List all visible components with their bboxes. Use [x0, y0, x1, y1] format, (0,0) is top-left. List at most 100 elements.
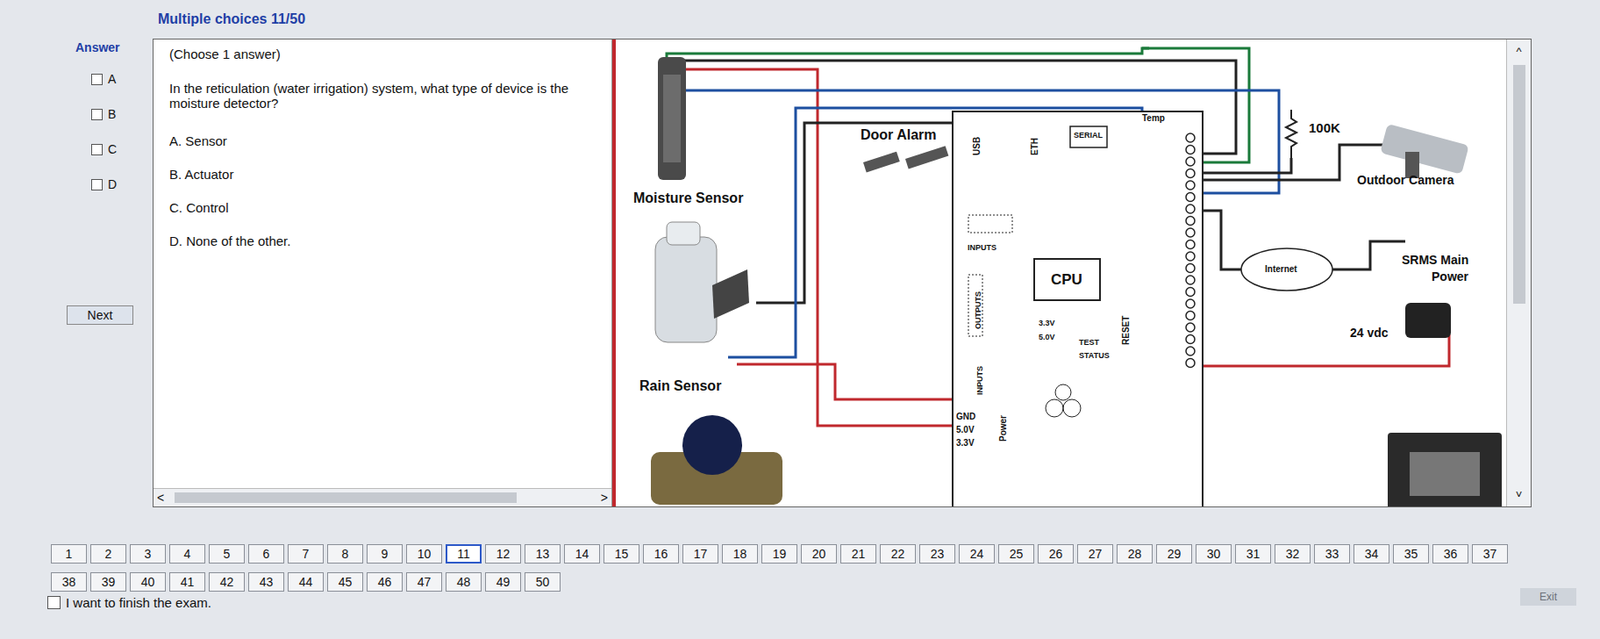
- question-area: (Choose 1 answer)In the reticulation (wa…: [153, 39, 612, 488]
- scroll-right-button[interactable]: >: [600, 490, 608, 505]
- diagram-label: ETH: [1029, 137, 1040, 156]
- page-button[interactable]: 29: [1156, 543, 1193, 564]
- diagram-label: Rain Sensor: [639, 378, 722, 394]
- page-button[interactable]: 12: [485, 543, 522, 564]
- page-button[interactable]: 15: [603, 543, 640, 564]
- page-button[interactable]: 31: [1235, 543, 1272, 564]
- page-button[interactable]: 36: [1432, 543, 1469, 564]
- page-button[interactable]: 44: [287, 571, 324, 592]
- page-button[interactable]: 5: [208, 543, 245, 564]
- page-button[interactable]: 25: [998, 543, 1035, 564]
- vertical-scrollbar[interactable]: ^˅: [1506, 39, 1531, 507]
- answer-option[interactable]: B: [91, 96, 116, 132]
- page-row: 38394041424344454647484950: [50, 571, 1600, 592]
- page-button[interactable]: 49: [485, 571, 522, 592]
- page-button[interactable]: 28: [1116, 543, 1153, 564]
- page-button[interactable]: 38: [50, 571, 87, 592]
- page-button[interactable]: 41: [169, 571, 206, 592]
- diagram-label: 5.0V: [956, 424, 975, 435]
- page-button[interactable]: 17: [682, 543, 719, 564]
- diagram-label: 100K: [1308, 120, 1341, 136]
- exit-button[interactable]: Exit: [1520, 587, 1577, 606]
- diagram-label: Internet: [1264, 264, 1298, 274]
- answer-option[interactable]: D: [91, 166, 117, 202]
- choice: D. None of the other.: [169, 233, 596, 267]
- page-button[interactable]: 18: [721, 543, 758, 564]
- page-button[interactable]: 45: [327, 571, 364, 592]
- diagram-label: SERIAL: [1073, 130, 1103, 140]
- page-button[interactable]: 27: [1077, 543, 1114, 564]
- page-button[interactable]: 22: [879, 543, 916, 564]
- page-button[interactable]: 46: [366, 571, 403, 592]
- page-button[interactable]: 9: [366, 543, 403, 564]
- diagram-label: Moisture Sensor: [633, 190, 743, 207]
- footer: I want to finish the exam.Exit: [0, 591, 1600, 610]
- page-button[interactable]: 43: [248, 571, 285, 592]
- page-button[interactable]: 26: [1037, 543, 1074, 564]
- page-button[interactable]: 39: [90, 571, 127, 592]
- finish-checkbox[interactable]: [47, 595, 61, 609]
- pagination: 1234567891011121314151617181920212223242…: [0, 507, 1600, 592]
- answer-checkbox[interactable]: [91, 108, 103, 121]
- page-button[interactable]: 7: [287, 543, 324, 564]
- page-button[interactable]: 33: [1314, 543, 1350, 564]
- page-button[interactable]: 34: [1353, 543, 1390, 564]
- page-button[interactable]: 30: [1195, 543, 1232, 564]
- page-button[interactable]: 40: [129, 571, 166, 592]
- page-button[interactable]: 6: [248, 543, 285, 564]
- page-button[interactable]: 32: [1274, 543, 1311, 564]
- wiring-diagram: Door Alarm Moisture Sensor Rain Sensor 100K…: [612, 39, 1507, 507]
- exam-title: Multiple choices 11/50: [157, 11, 306, 28]
- page-button[interactable]: 37: [1471, 543, 1508, 564]
- header: Multiple choices 11/50: [0, 0, 1600, 39]
- page-button[interactable]: 4: [169, 543, 206, 564]
- page-button[interactable]: 16: [642, 543, 679, 564]
- answer-label: Answer: [75, 40, 121, 62]
- page-button[interactable]: 8: [327, 543, 364, 564]
- choice: A. Sensor: [169, 133, 596, 167]
- page-button[interactable]: 20: [800, 543, 837, 564]
- diagram-label: GND: [956, 411, 976, 422]
- page-button[interactable]: 35: [1392, 543, 1429, 564]
- diagram-label: 24 vdc: [1350, 325, 1389, 340]
- page-button[interactable]: 3: [129, 543, 166, 564]
- scroll-thumb[interactable]: [174, 492, 517, 503]
- next-button[interactable]: Next: [66, 305, 134, 325]
- page-button[interactable]: 1: [50, 543, 87, 564]
- page-button[interactable]: 13: [524, 543, 561, 564]
- answer-letter: C: [107, 142, 117, 157]
- horizontal-scrollbar[interactable]: <>: [153, 487, 612, 507]
- main-area: AnswerABCD Next (Choose 1 answer)In the re…: [0, 38, 1600, 508]
- finish-option[interactable]: I want to finish the exam.: [47, 594, 212, 610]
- answer-checkbox[interactable]: [91, 143, 103, 156]
- scroll-up-button[interactable]: ^: [1515, 44, 1522, 58]
- diagram-label: Door Alarm: [860, 127, 937, 143]
- page-button[interactable]: 21: [840, 543, 877, 564]
- diagram-label: Outdoor Camera: [1357, 172, 1454, 187]
- diagram-label: USB: [971, 136, 982, 156]
- page-button[interactable]: 23: [919, 543, 956, 564]
- diagram-label: INPUTS: [975, 365, 985, 395]
- page-button[interactable]: 48: [445, 571, 482, 592]
- page-button[interactable]: 19: [761, 543, 798, 564]
- answer-checkbox[interactable]: [91, 178, 103, 191]
- page-button[interactable]: 11: [445, 543, 482, 564]
- answer-checkbox[interactable]: [91, 73, 103, 86]
- scroll-down-button[interactable]: ˅: [1515, 487, 1523, 501]
- diagram-label: 3.3V: [1038, 318, 1056, 328]
- answer-option[interactable]: C: [91, 131, 117, 167]
- scroll-left-button[interactable]: <: [157, 490, 165, 505]
- page-button[interactable]: 47: [406, 571, 443, 592]
- page-button[interactable]: 24: [958, 543, 995, 564]
- diagram-label: Power: [1431, 269, 1469, 284]
- scroll-thumb[interactable]: [1513, 64, 1526, 304]
- page-button[interactable]: 50: [524, 571, 561, 592]
- page-button[interactable]: 42: [208, 571, 245, 592]
- page-button[interactable]: 14: [564, 543, 600, 564]
- choice: B. Actuator: [169, 166, 596, 200]
- diagram-label: STATUS: [1078, 350, 1110, 360]
- answer-option[interactable]: A: [91, 61, 116, 97]
- page-row: 1234567891011121314151617181920212223242…: [50, 543, 1600, 564]
- page-button[interactable]: 10: [406, 543, 443, 564]
- page-button[interactable]: 2: [90, 543, 127, 564]
